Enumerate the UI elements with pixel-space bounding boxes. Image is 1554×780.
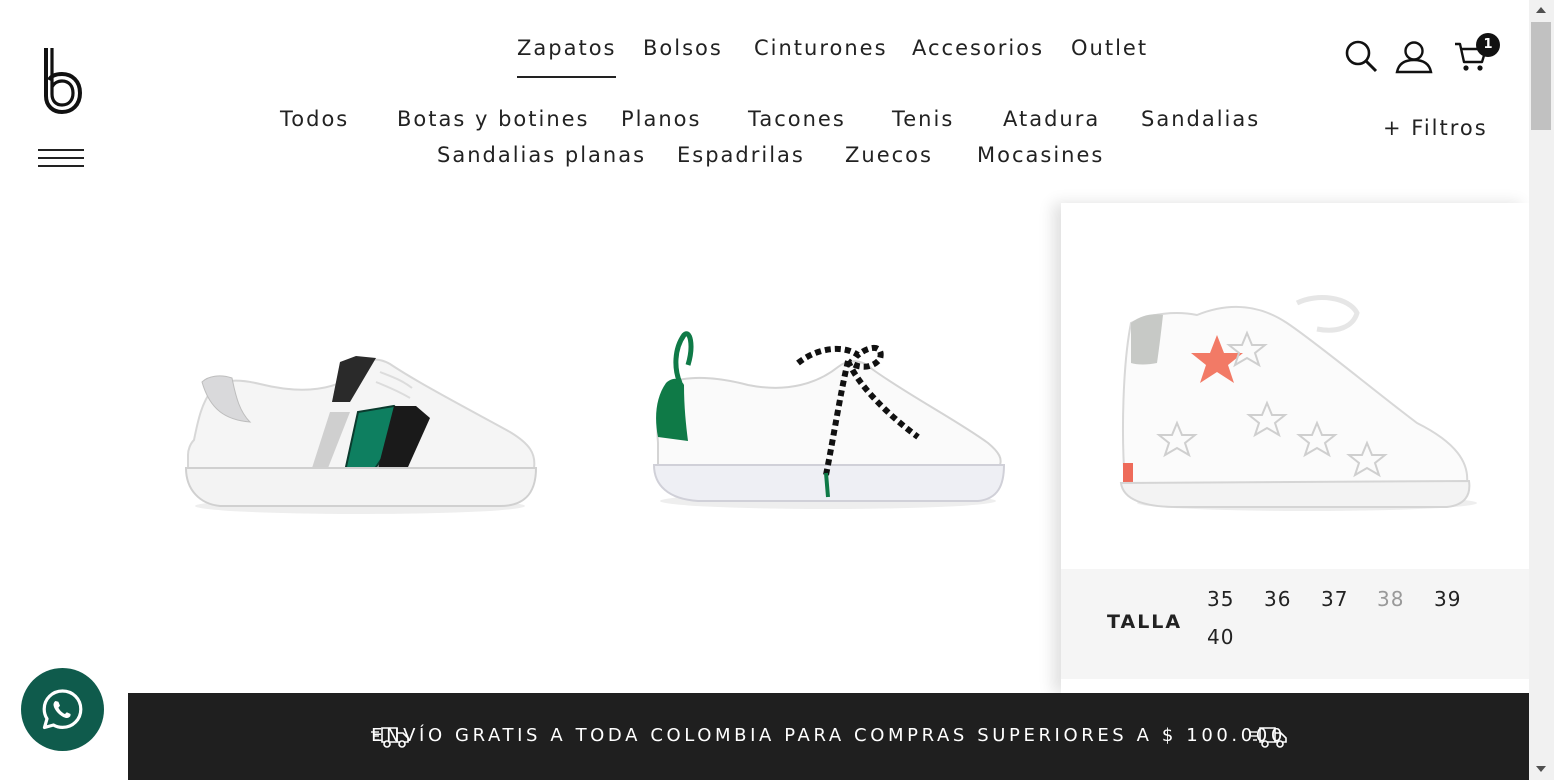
whatsapp-icon [42,689,83,730]
size-option-38-unavailable: 38 [1377,587,1405,611]
scroll-down-arrow-icon[interactable] [1536,766,1546,772]
size-option-37[interactable]: 37 [1321,587,1348,611]
category-tacones[interactable]: Tacones [748,107,846,131]
nav-item-accesorios[interactable]: Accesorios [912,36,1044,60]
size-option-36[interactable]: 36 [1264,587,1291,611]
search-icon[interactable] [1343,38,1379,74]
whatsapp-button[interactable] [21,668,104,751]
shipping-banner: ENVÍO GRATIS A TODA COLOMBIA PARA COMPRA… [128,693,1529,780]
product-image-2[interactable] [648,325,1013,515]
nav-item-zapatos[interactable]: Zapatos [517,36,617,78]
nav-item-cinturones[interactable]: Cinturones [754,36,888,60]
page-scrollbar[interactable] [1529,0,1554,780]
main-navigation: Zapatos Bolsos Cinturones Accesorios Out… [0,36,1529,80]
category-espadrilas[interactable]: Espadrilas [677,143,805,167]
category-atadura[interactable]: Atadura [1003,107,1100,131]
shipping-banner-text: ENVÍO GRATIS A TODA COLOMBIA PARA COMPRA… [371,725,1286,746]
category-todos[interactable]: Todos [280,107,349,131]
size-selector-panel: TALLA 35 36 37 38 39 40 [1061,569,1529,679]
scroll-up-arrow-icon[interactable] [1536,7,1546,13]
category-sandalias-planas[interactable]: Sandalias planas [437,143,646,167]
size-label: TALLA [1107,611,1183,633]
category-zuecos[interactable]: Zuecos [845,143,933,167]
size-option-35[interactable]: 35 [1207,587,1234,611]
delivery-truck-icon [1249,727,1287,748]
product-card-featured[interactable]: TALLA 35 36 37 38 39 40 [1061,203,1529,693]
cart-count-badge: 1 [1476,33,1500,57]
category-planos[interactable]: Planos [621,107,701,131]
category-tenis[interactable]: Tenis [892,107,954,131]
size-option-40[interactable]: 40 [1207,625,1234,649]
category-sandalias[interactable]: Sandalias [1141,107,1260,131]
size-option-39[interactable]: 39 [1434,587,1461,611]
category-botas-y-botines[interactable]: Botas y botines [397,107,590,131]
user-icon[interactable] [1395,40,1433,74]
nav-item-bolsos[interactable]: Bolsos [643,36,723,60]
filters-button[interactable]: + Filtros [1383,116,1488,140]
category-mocasines[interactable]: Mocasines [977,143,1104,167]
nav-item-outlet[interactable]: Outlet [1071,36,1148,60]
hamburger-menu-icon[interactable] [38,149,84,171]
product-image-3[interactable] [1117,293,1477,513]
scrollbar-thumb[interactable] [1531,22,1551,130]
product-image-1[interactable] [180,340,550,520]
